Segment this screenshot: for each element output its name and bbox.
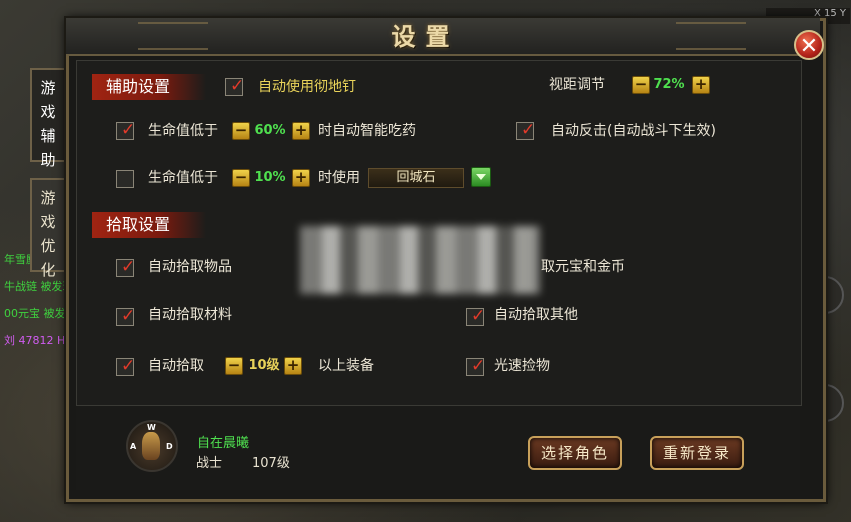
pickup-gold-label: 取元宝和金币 — [541, 259, 625, 275]
pickup-items-label: 自动拾取物品 — [148, 259, 232, 275]
minus-icon: − — [234, 121, 248, 139]
blurred-region — [300, 226, 540, 294]
checkmark-icon: ✓ — [471, 306, 486, 326]
hp-eat-suffix: 时自动智能吃药 — [318, 123, 416, 139]
pickup-equip-suffix: 以上装备 — [318, 358, 374, 374]
compass-east: D — [166, 442, 173, 451]
counter-attack-label: 自动反击(自动战斗下生效) — [551, 123, 716, 139]
view-distance-label: 视距调节 — [549, 77, 605, 93]
hp-use-value: 10% — [254, 170, 286, 185]
plus-icon: + — [294, 168, 308, 186]
plus-icon: + — [294, 121, 308, 139]
checkmark-icon: ✓ — [471, 356, 486, 376]
pickup-other-checkbox[interactable]: ✓ — [466, 306, 486, 326]
minus-icon: − — [634, 75, 648, 93]
plus-icon: + — [694, 75, 708, 93]
pickup-materials-checkbox[interactable]: ✓ — [116, 306, 136, 326]
equip-level-minus-button[interactable]: − — [225, 357, 243, 375]
hp-use-suffix: 时使用 — [318, 170, 360, 186]
section-assist-title: 辅助设置 — [92, 74, 206, 100]
equip-level-plus-button[interactable]: + — [284, 357, 302, 375]
character-level: 107级 — [252, 456, 290, 471]
character-name: 自在晨曦 — [197, 436, 250, 451]
minus-icon: − — [234, 168, 248, 186]
close-button[interactable]: ✕ — [794, 30, 824, 60]
hp-use-minus-button[interactable]: − — [232, 169, 250, 187]
auto-stake-checkbox[interactable]: ✓ — [225, 76, 245, 96]
tab-game-assist[interactable]: 游戏辅助 — [30, 68, 64, 169]
character-class: 战士 — [196, 456, 223, 471]
hp-use-prefix: 生命值低于 — [148, 170, 218, 186]
relogin-button[interactable]: 重新登录 — [650, 436, 744, 470]
checkmark-icon: ✓ — [121, 356, 136, 376]
checkmark-icon: ✓ — [230, 76, 245, 96]
view-distance-minus-button[interactable]: − — [632, 76, 650, 94]
counter-attack-checkbox[interactable]: ✓ — [516, 120, 536, 140]
hp-eat-minus-button[interactable]: − — [232, 122, 250, 140]
character-avatar: W A D — [126, 420, 178, 472]
chevron-down-icon[interactable] — [471, 167, 491, 187]
checkmark-icon: ✓ — [521, 120, 536, 140]
checkmark-icon: ✓ — [121, 120, 136, 140]
checkmark-icon: ✓ — [121, 257, 136, 277]
pickup-materials-label: 自动拾取材料 — [148, 307, 232, 323]
minus-icon: − — [227, 356, 241, 374]
dialog-title: 设置 — [391, 22, 460, 51]
pickup-other-label: 自动拾取其他 — [494, 307, 578, 323]
close-icon: ✕ — [799, 34, 819, 59]
hp-use-plus-button[interactable]: + — [292, 169, 310, 187]
plus-icon: + — [286, 356, 300, 374]
hp-eat-plus-button[interactable]: + — [292, 122, 310, 140]
hp-eat-value: 60% — [254, 123, 286, 138]
fast-pickup-label: 光速捡物 — [494, 358, 550, 374]
view-distance-value: 72% — [653, 77, 685, 92]
view-distance-plus-button[interactable]: + — [692, 76, 710, 94]
tab-game-optimize[interactable]: 游戏优化 — [30, 178, 64, 279]
compass-north: W — [147, 423, 156, 432]
auto-stake-label: 自动使用彻地钉 — [258, 79, 356, 95]
pickup-equip-checkbox[interactable]: ✓ — [116, 356, 136, 376]
hp-use-item-select[interactable]: 回城石 — [368, 168, 464, 188]
checkmark-icon: ✓ — [121, 306, 136, 326]
hp-eat-checkbox[interactable]: ✓ — [116, 120, 136, 140]
hp-eat-prefix: 生命值低于 — [148, 123, 218, 139]
fast-pickup-checkbox[interactable]: ✓ — [466, 356, 486, 376]
equip-level-value: 10级 — [248, 358, 280, 373]
pickup-items-checkbox[interactable]: ✓ — [116, 257, 136, 277]
pickup-equip-prefix: 自动拾取 — [148, 358, 204, 374]
portrait — [142, 432, 160, 460]
compass-west: A — [130, 442, 137, 451]
tab-label: 游戏辅助 — [40, 79, 56, 169]
select-role-button[interactable]: 选择角色 — [528, 436, 622, 470]
hp-use-checkbox[interactable] — [116, 170, 134, 188]
section-pickup-title: 拾取设置 — [92, 212, 206, 238]
tab-label: 游戏优化 — [40, 189, 56, 279]
